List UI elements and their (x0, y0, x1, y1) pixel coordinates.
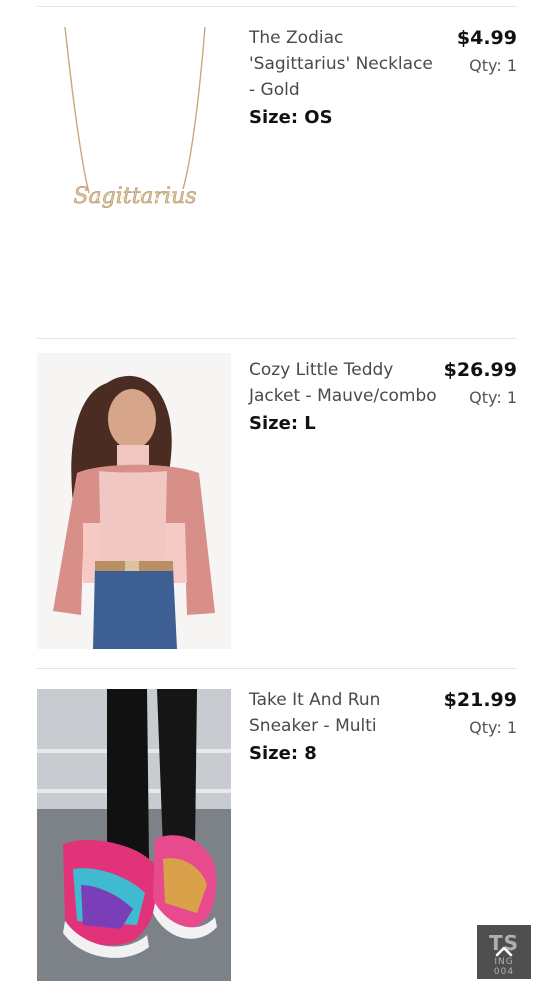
sneaker-image (37, 689, 231, 981)
price-column: $4.99 Qty: 1 (417, 25, 517, 79)
scroll-top-bg-small-line-2: 004 (493, 967, 515, 977)
product-info: The Zodiac 'Sagittarius' Necklace - Gold… (249, 25, 439, 131)
product-size: Size: L (249, 413, 316, 434)
product-price: $26.99 (443, 359, 517, 381)
product-size: Size: OS (249, 107, 333, 128)
product-qty: Qty: 1 (469, 718, 517, 737)
product-image-sneaker[interactable] (37, 689, 231, 981)
product-info: Cozy Little Teddy Jacket - Mauve/combo S… (249, 357, 439, 437)
product-name[interactable]: The Zodiac 'Sagittarius' Necklace - Gold (249, 25, 439, 103)
necklace-image: Sagittarius (64, 26, 206, 209)
product-size: Size: 8 (249, 743, 317, 764)
chevron-up-icon (495, 946, 513, 957)
scroll-to-top-button[interactable]: TS ING 004 (477, 925, 531, 979)
product-price: $21.99 (443, 689, 517, 711)
price-column: $21.99 Qty: 1 (417, 687, 517, 741)
svg-text:Sagittarius: Sagittarius (73, 184, 196, 209)
price-column: $26.99 Qty: 1 (417, 357, 517, 411)
product-name[interactable]: Cozy Little Teddy Jacket - Mauve/combo (249, 357, 439, 409)
product-qty: Qty: 1 (469, 388, 517, 407)
product-info: Take It And Run Sneaker - Multi Size: 8 (249, 687, 439, 767)
cart-item: Take It And Run Sneaker - Multi Size: 8 … (37, 668, 517, 1001)
product-name[interactable]: Take It And Run Sneaker - Multi (249, 687, 439, 739)
product-qty: Qty: 1 (469, 56, 517, 75)
jacket-model-image (37, 353, 231, 649)
product-image-necklace[interactable]: Sagittarius (37, 21, 231, 221)
cart-item: Cozy Little Teddy Jacket - Mauve/combo S… (37, 338, 517, 669)
cart-item: Sagittarius The Zodiac 'Sagittarius' Nec… (37, 6, 517, 339)
product-image-jacket[interactable] (37, 353, 231, 649)
product-price: $4.99 (456, 27, 517, 49)
